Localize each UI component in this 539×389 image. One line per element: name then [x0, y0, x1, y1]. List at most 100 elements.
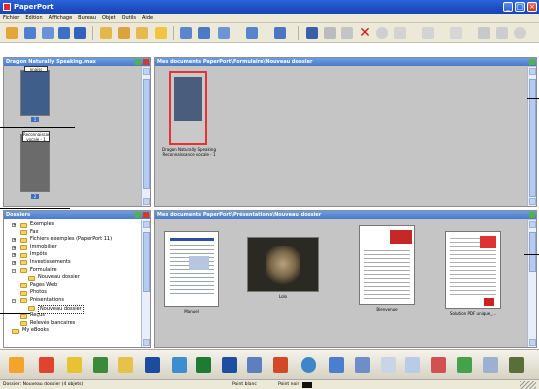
menu-objet[interactable]: Objet — [99, 14, 119, 23]
folder-tree-item[interactable]: + Fichiers exemples (PaperPort 11) — [10, 236, 148, 244]
send-to-printer-icon[interactable] — [381, 357, 396, 373]
folder-tree-item[interactable]: Nouveau dossier — [10, 304, 148, 315]
scroll-up-arrow[interactable] — [143, 221, 150, 228]
document-thumbnail[interactable] — [169, 71, 207, 145]
view-thumbnails-icon[interactable] — [180, 27, 192, 39]
folder-tree-item[interactable]: + Investissements — [10, 259, 148, 267]
send-to-image-icon[interactable] — [39, 357, 54, 373]
get-photo-icon[interactable] — [24, 27, 36, 39]
copy-icon[interactable] — [42, 27, 54, 39]
pane-pin-icon[interactable] — [529, 59, 535, 65]
expand-icon[interactable]: + — [12, 253, 16, 258]
paperport-app-icon[interactable] — [3, 3, 11, 11]
send-to-excel-icon[interactable] — [196, 357, 211, 373]
send-to-email-icon[interactable] — [405, 357, 420, 373]
send-to-notes-icon[interactable] — [118, 357, 133, 373]
stack-icon[interactable] — [324, 27, 336, 39]
send-to-graphics-icon[interactable] — [93, 357, 108, 373]
photo-thumbnail[interactable] — [247, 237, 319, 292]
folder-tree-item[interactable]: Photos — [10, 289, 148, 297]
menu-outils[interactable]: Outils — [119, 14, 139, 23]
search-icon[interactable] — [74, 27, 86, 39]
send-to-editor-icon[interactable] — [247, 357, 262, 373]
folder-tree-item[interactable]: + Impôts — [10, 251, 148, 259]
help-icon[interactable] — [514, 27, 526, 39]
menu-aide[interactable]: Aide — [139, 14, 156, 23]
folders-icon[interactable] — [100, 27, 112, 39]
folder-tree-item[interactable]: Pages Web — [10, 282, 148, 290]
scan-icon[interactable] — [6, 27, 18, 39]
top-desktop-scrollbar[interactable] — [527, 67, 536, 206]
pane-close-icon[interactable] — [143, 212, 149, 218]
folder-tree-item[interactable]: - Présentations — [10, 297, 148, 305]
send-to-archive-icon[interactable] — [483, 357, 498, 373]
send-to-pdf-icon[interactable] — [9, 357, 24, 373]
find-icon[interactable] — [58, 27, 70, 39]
collapse-icon[interactable]: - — [12, 268, 16, 273]
send-to-paint-icon[interactable] — [67, 357, 82, 373]
collapse-icon[interactable]: - — [12, 298, 16, 303]
sort-icon[interactable] — [274, 27, 286, 39]
view-mode-icon[interactable] — [246, 27, 258, 39]
send-to-acrobat-icon[interactable] — [431, 357, 446, 373]
folder-manager-icon[interactable] — [136, 27, 148, 39]
folder-tree-item[interactable]: Nouveau dossier — [10, 274, 148, 282]
delete-icon[interactable]: ✕ — [359, 26, 371, 40]
scroll-down-arrow[interactable] — [529, 339, 536, 346]
close-button[interactable]: × — [527, 2, 537, 12]
zoom-icon[interactable] — [478, 27, 490, 39]
scroll-thumb[interactable] — [143, 232, 150, 292]
send-to-scanner-icon[interactable] — [329, 357, 344, 373]
expand-icon[interactable]: + — [12, 238, 16, 243]
minimize-button[interactable]: _ — [503, 2, 513, 12]
expand-icon[interactable]: + — [12, 245, 16, 250]
scroll-up-arrow[interactable] — [529, 221, 536, 228]
thumbnail-scrollbar[interactable] — [141, 67, 150, 206]
send-to-powerpoint-icon[interactable] — [273, 357, 288, 373]
previous-icon[interactable] — [394, 27, 406, 39]
page-thumbnail[interactable] — [20, 70, 50, 116]
send-to-web-icon[interactable] — [301, 357, 316, 373]
scroll-thumb[interactable] — [529, 232, 536, 272]
resize-grip[interactable] — [520, 381, 536, 389]
bottom-desktop-scrollbar[interactable] — [527, 220, 536, 347]
send-to-document-icon[interactable] — [172, 357, 187, 373]
refresh-icon[interactable] — [496, 27, 508, 39]
folder-tree-item[interactable]: + Exemples — [10, 221, 148, 229]
scroll-down-arrow[interactable] — [143, 339, 150, 346]
send-to-more-icon[interactable] — [509, 357, 524, 373]
maximize-button[interactable]: □ — [515, 2, 525, 12]
save-icon[interactable] — [306, 27, 318, 39]
folders-scrollbar[interactable] — [141, 220, 150, 347]
menu-affichage[interactable]: Affichage — [46, 14, 76, 23]
highlight-icon[interactable] — [155, 27, 167, 39]
unstack-icon[interactable] — [341, 27, 353, 39]
expand-icon[interactable]: + — [12, 223, 16, 227]
folder-tree-item[interactable]: Reçus — [10, 312, 148, 320]
next-icon[interactable] — [422, 27, 434, 39]
folder-tree-item[interactable]: Relevés bancaires — [10, 320, 148, 328]
document-thumbnail[interactable] — [164, 231, 219, 307]
send-to-ocr-icon[interactable] — [145, 357, 160, 373]
pane-pin-icon[interactable] — [529, 212, 535, 218]
scroll-down-arrow[interactable] — [143, 198, 150, 205]
view-pages-icon[interactable] — [218, 27, 230, 39]
scroll-thumb[interactable] — [143, 79, 150, 189]
add-folder-icon[interactable] — [118, 27, 130, 39]
menu-edition[interactable]: Edition — [22, 14, 45, 23]
document-thumbnail[interactable] — [359, 225, 415, 305]
view-list-icon[interactable] — [198, 27, 210, 39]
menu-bureau[interactable]: Bureau — [75, 14, 99, 23]
pane-close-icon[interactable] — [143, 59, 149, 65]
folder-tree-item[interactable]: - Formulaire — [10, 267, 148, 275]
expand-icon[interactable]: + — [12, 260, 16, 265]
pane-pin-icon[interactable] — [135, 59, 141, 65]
scroll-up-arrow[interactable] — [529, 68, 536, 75]
document-thumbnail[interactable] — [445, 231, 501, 309]
page-icon[interactable] — [450, 27, 462, 39]
folder-tree-item[interactable]: Fax — [10, 229, 148, 237]
send-to-word-icon[interactable] — [222, 357, 237, 373]
send-to-cd-icon[interactable] — [457, 357, 472, 373]
folder-tree-item[interactable]: My eBooks — [10, 327, 148, 335]
pane-pin-icon[interactable] — [135, 212, 141, 218]
